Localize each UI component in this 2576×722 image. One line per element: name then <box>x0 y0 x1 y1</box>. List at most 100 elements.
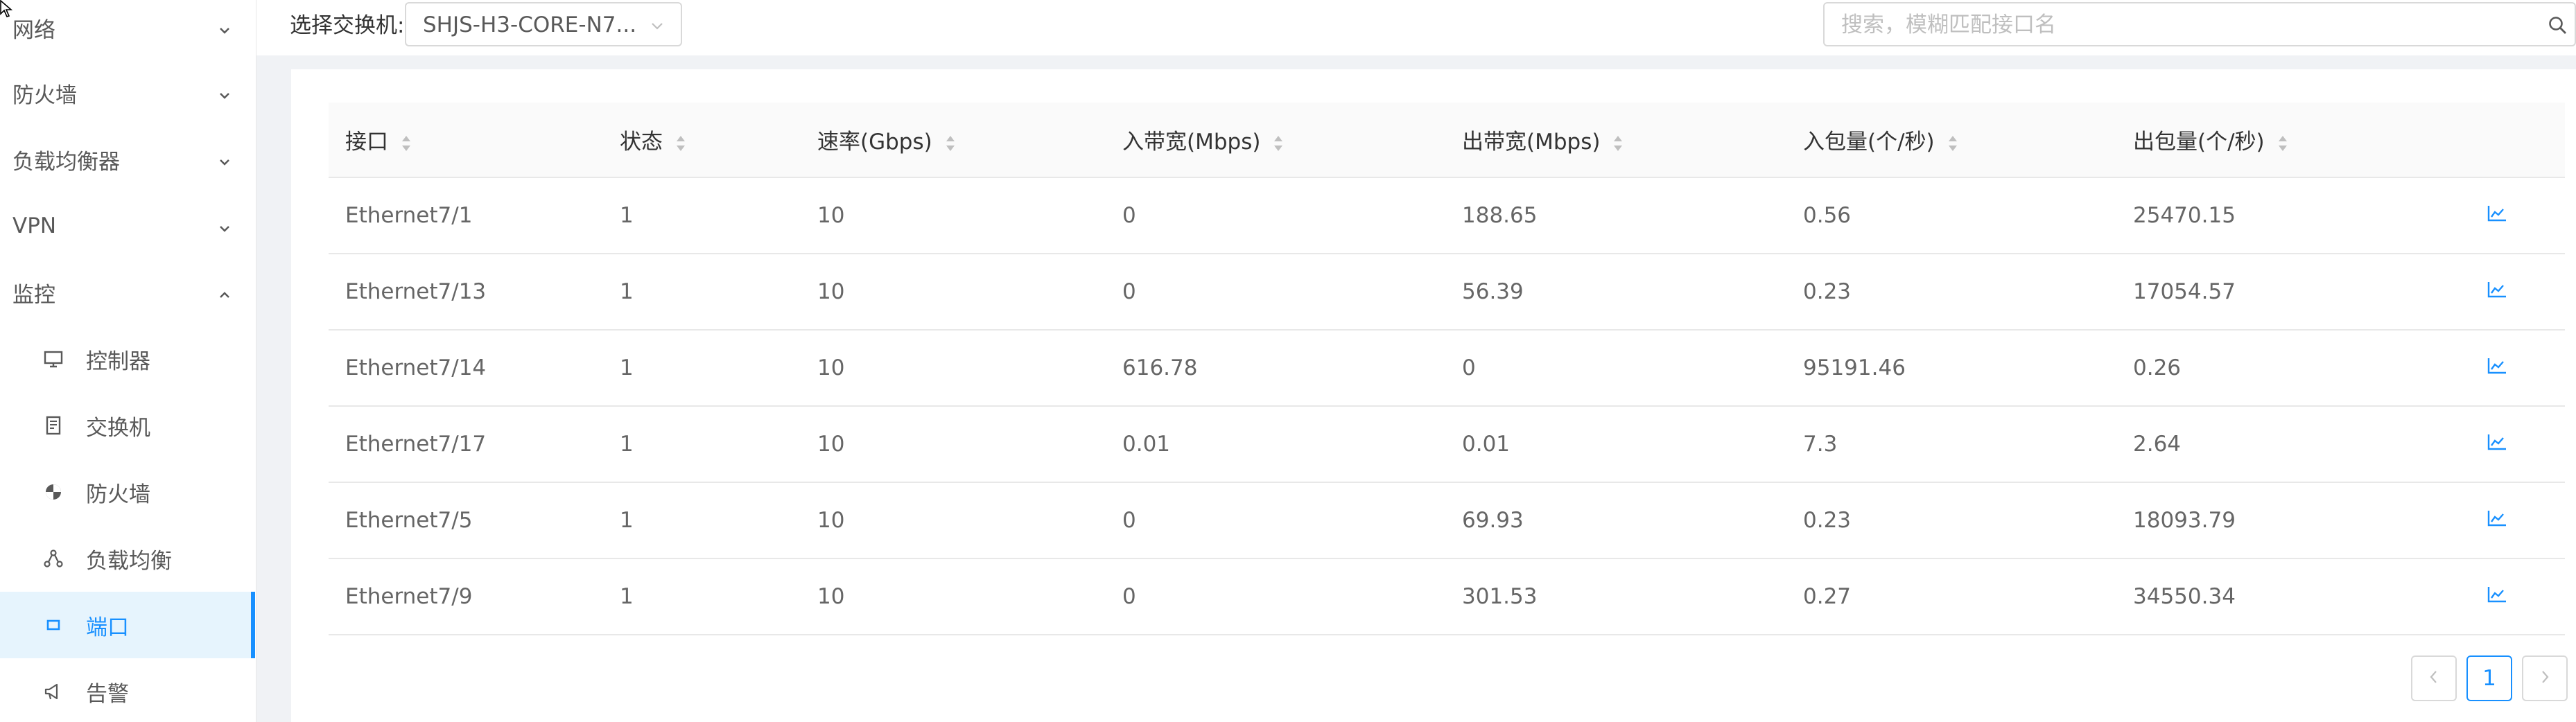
chevron-up-icon <box>216 284 233 301</box>
chevron-right-icon <box>2538 666 2552 691</box>
pagination-prev-button[interactable] <box>2411 655 2457 701</box>
cell-out-bandwidth: 69.93 <box>1462 508 1524 533</box>
line-chart-icon[interactable] <box>2470 330 2565 406</box>
cell-status: 1 <box>620 203 634 228</box>
sort-icon[interactable] <box>675 133 686 151</box>
chevron-down-icon <box>216 85 233 101</box>
table-row: Ethernet7/14 1 10 616.78 0 95191.46 0.26 <box>329 330 2565 406</box>
cell-speed: 10 <box>817 355 845 380</box>
alarm-icon <box>43 681 64 702</box>
monitor-icon <box>43 349 64 369</box>
line-chart-icon[interactable] <box>2470 482 2565 558</box>
cell-interface: Ethernet7/13 <box>345 279 487 304</box>
cell-speed: 10 <box>817 203 845 228</box>
chevron-down-icon <box>216 218 233 234</box>
cell-speed: 10 <box>817 432 845 457</box>
menu-label: 网络 <box>12 17 55 43</box>
column-header-interface[interactable]: 接口 <box>329 103 603 177</box>
search-icon[interactable] <box>2547 15 2569 37</box>
sort-icon[interactable] <box>1273 133 1284 151</box>
sidebar-item-controller[interactable]: 控制器 <box>0 326 255 392</box>
sort-icon[interactable] <box>1612 133 1624 151</box>
sidebar-item-label: 防火墙 <box>86 482 150 507</box>
menu-monitor[interactable]: 监控 <box>0 259 255 326</box>
cell-in-bandwidth: 616.78 <box>1122 355 1198 380</box>
column-header-out-bandwidth[interactable]: 出带宽(Mbps) <box>1445 103 1786 177</box>
column-header-status[interactable]: 状态 <box>603 103 801 177</box>
menu-label: VPN <box>12 213 57 238</box>
cell-status: 1 <box>620 432 634 457</box>
cell-status: 1 <box>620 355 634 380</box>
sidebar-item-label: 端口 <box>86 615 129 640</box>
table-row: Ethernet7/13 1 10 0 56.39 0.23 17054.57 <box>329 254 2565 330</box>
cell-in-packets: 0.23 <box>1803 508 1852 533</box>
search-placeholder: 搜索，模糊匹配接口名 <box>1841 12 2056 37</box>
menu-label: 防火墙 <box>12 82 77 108</box>
cell-out-packets: 25470.15 <box>2133 203 2236 228</box>
cell-in-packets: 7.3 <box>1803 432 1838 457</box>
cell-speed: 10 <box>817 508 845 533</box>
sort-icon[interactable] <box>945 133 956 151</box>
chevron-down-icon <box>649 17 665 34</box>
cell-in-packets: 0.56 <box>1803 203 1852 228</box>
sidebar-item-switch[interactable]: 交换机 <box>0 392 255 459</box>
cell-in-bandwidth: 0 <box>1122 508 1136 533</box>
cell-out-bandwidth: 188.65 <box>1462 203 1538 228</box>
table-header-row: 接口 状态 速率(Gbps) 入带宽(Mbps) 出带宽(Mbps) 入包量(个… <box>329 103 2565 177</box>
menu-network[interactable]: 网络 <box>0 0 255 61</box>
cell-in-bandwidth: 0 <box>1122 279 1136 304</box>
column-header-out-packets[interactable]: 出包量(个/秒) <box>2116 103 2470 177</box>
cell-out-bandwidth: 56.39 <box>1462 279 1524 304</box>
cell-status: 1 <box>620 279 634 304</box>
sidebar-item-port[interactable]: 端口 <box>0 592 255 658</box>
sidebar-item-firewall[interactable]: 防火墙 <box>0 459 255 525</box>
cell-out-packets: 18093.79 <box>2133 508 2236 533</box>
cell-status: 1 <box>620 508 634 533</box>
cell-in-packets: 0.23 <box>1803 279 1852 304</box>
line-chart-icon[interactable] <box>2470 177 2565 254</box>
cell-speed: 10 <box>817 584 845 609</box>
switch-select-value: SHJS-H3-CORE-N7... <box>423 12 637 37</box>
sidebar-item-alarm[interactable]: 告警 <box>0 658 255 722</box>
chevron-left-icon <box>2427 666 2441 691</box>
menu-load-balancer[interactable]: 负载均衡器 <box>0 126 255 193</box>
chevron-down-icon <box>216 19 233 36</box>
column-header-speed[interactable]: 速率(Gbps) <box>801 103 1106 177</box>
cell-interface: Ethernet7/1 <box>345 203 473 228</box>
cell-interface: Ethernet7/9 <box>345 584 473 609</box>
port-icon <box>43 615 64 635</box>
sidebar-item-label: 告警 <box>86 681 129 707</box>
menu-vpn[interactable]: VPN <box>0 193 255 259</box>
cell-out-packets: 2.64 <box>2133 432 2182 457</box>
table-row: Ethernet7/9 1 10 0 301.53 0.27 34550.34 <box>329 558 2565 635</box>
column-header-in-packets[interactable]: 入包量(个/秒) <box>1786 103 2116 177</box>
pagination-page-button[interactable]: 1 <box>2466 655 2512 701</box>
sidebar-item-label: 交换机 <box>86 415 150 441</box>
line-chart-icon[interactable] <box>2470 406 2565 482</box>
table-row: Ethernet7/1 1 10 0 188.65 0.56 25470.15 <box>329 177 2565 254</box>
cell-out-bandwidth: 0 <box>1462 355 1476 380</box>
cell-out-bandwidth: 301.53 <box>1462 584 1538 609</box>
cell-out-packets: 34550.34 <box>2133 584 2236 609</box>
column-header-in-bandwidth[interactable]: 入带宽(Mbps) <box>1106 103 1445 177</box>
shield-icon <box>43 482 64 502</box>
sort-icon[interactable] <box>2277 133 2288 151</box>
cell-speed: 10 <box>817 279 845 304</box>
line-chart-icon[interactable] <box>2470 558 2565 635</box>
menu-firewall[interactable]: 防火墙 <box>0 60 255 126</box>
cell-status: 1 <box>620 584 634 609</box>
pagination-next-button[interactable] <box>2522 655 2568 701</box>
switch-select[interactable]: SHJS-H3-CORE-N7... <box>405 2 682 46</box>
cell-in-packets: 0.27 <box>1803 584 1852 609</box>
switch-icon <box>43 415 64 436</box>
sidebar-item-load-balance[interactable]: 负载均衡 <box>0 525 255 592</box>
cell-in-bandwidth: 0.01 <box>1122 432 1171 457</box>
sort-icon[interactable] <box>1947 133 1958 151</box>
column-header-actions <box>2470 103 2565 177</box>
chevron-down-icon <box>216 151 233 168</box>
line-chart-icon[interactable] <box>2470 254 2565 330</box>
load-balance-icon <box>43 548 64 569</box>
sort-icon[interactable] <box>401 133 412 151</box>
menu-label: 负载均衡器 <box>12 149 120 175</box>
search-input[interactable]: 搜索，模糊匹配接口名 <box>1823 2 2576 46</box>
